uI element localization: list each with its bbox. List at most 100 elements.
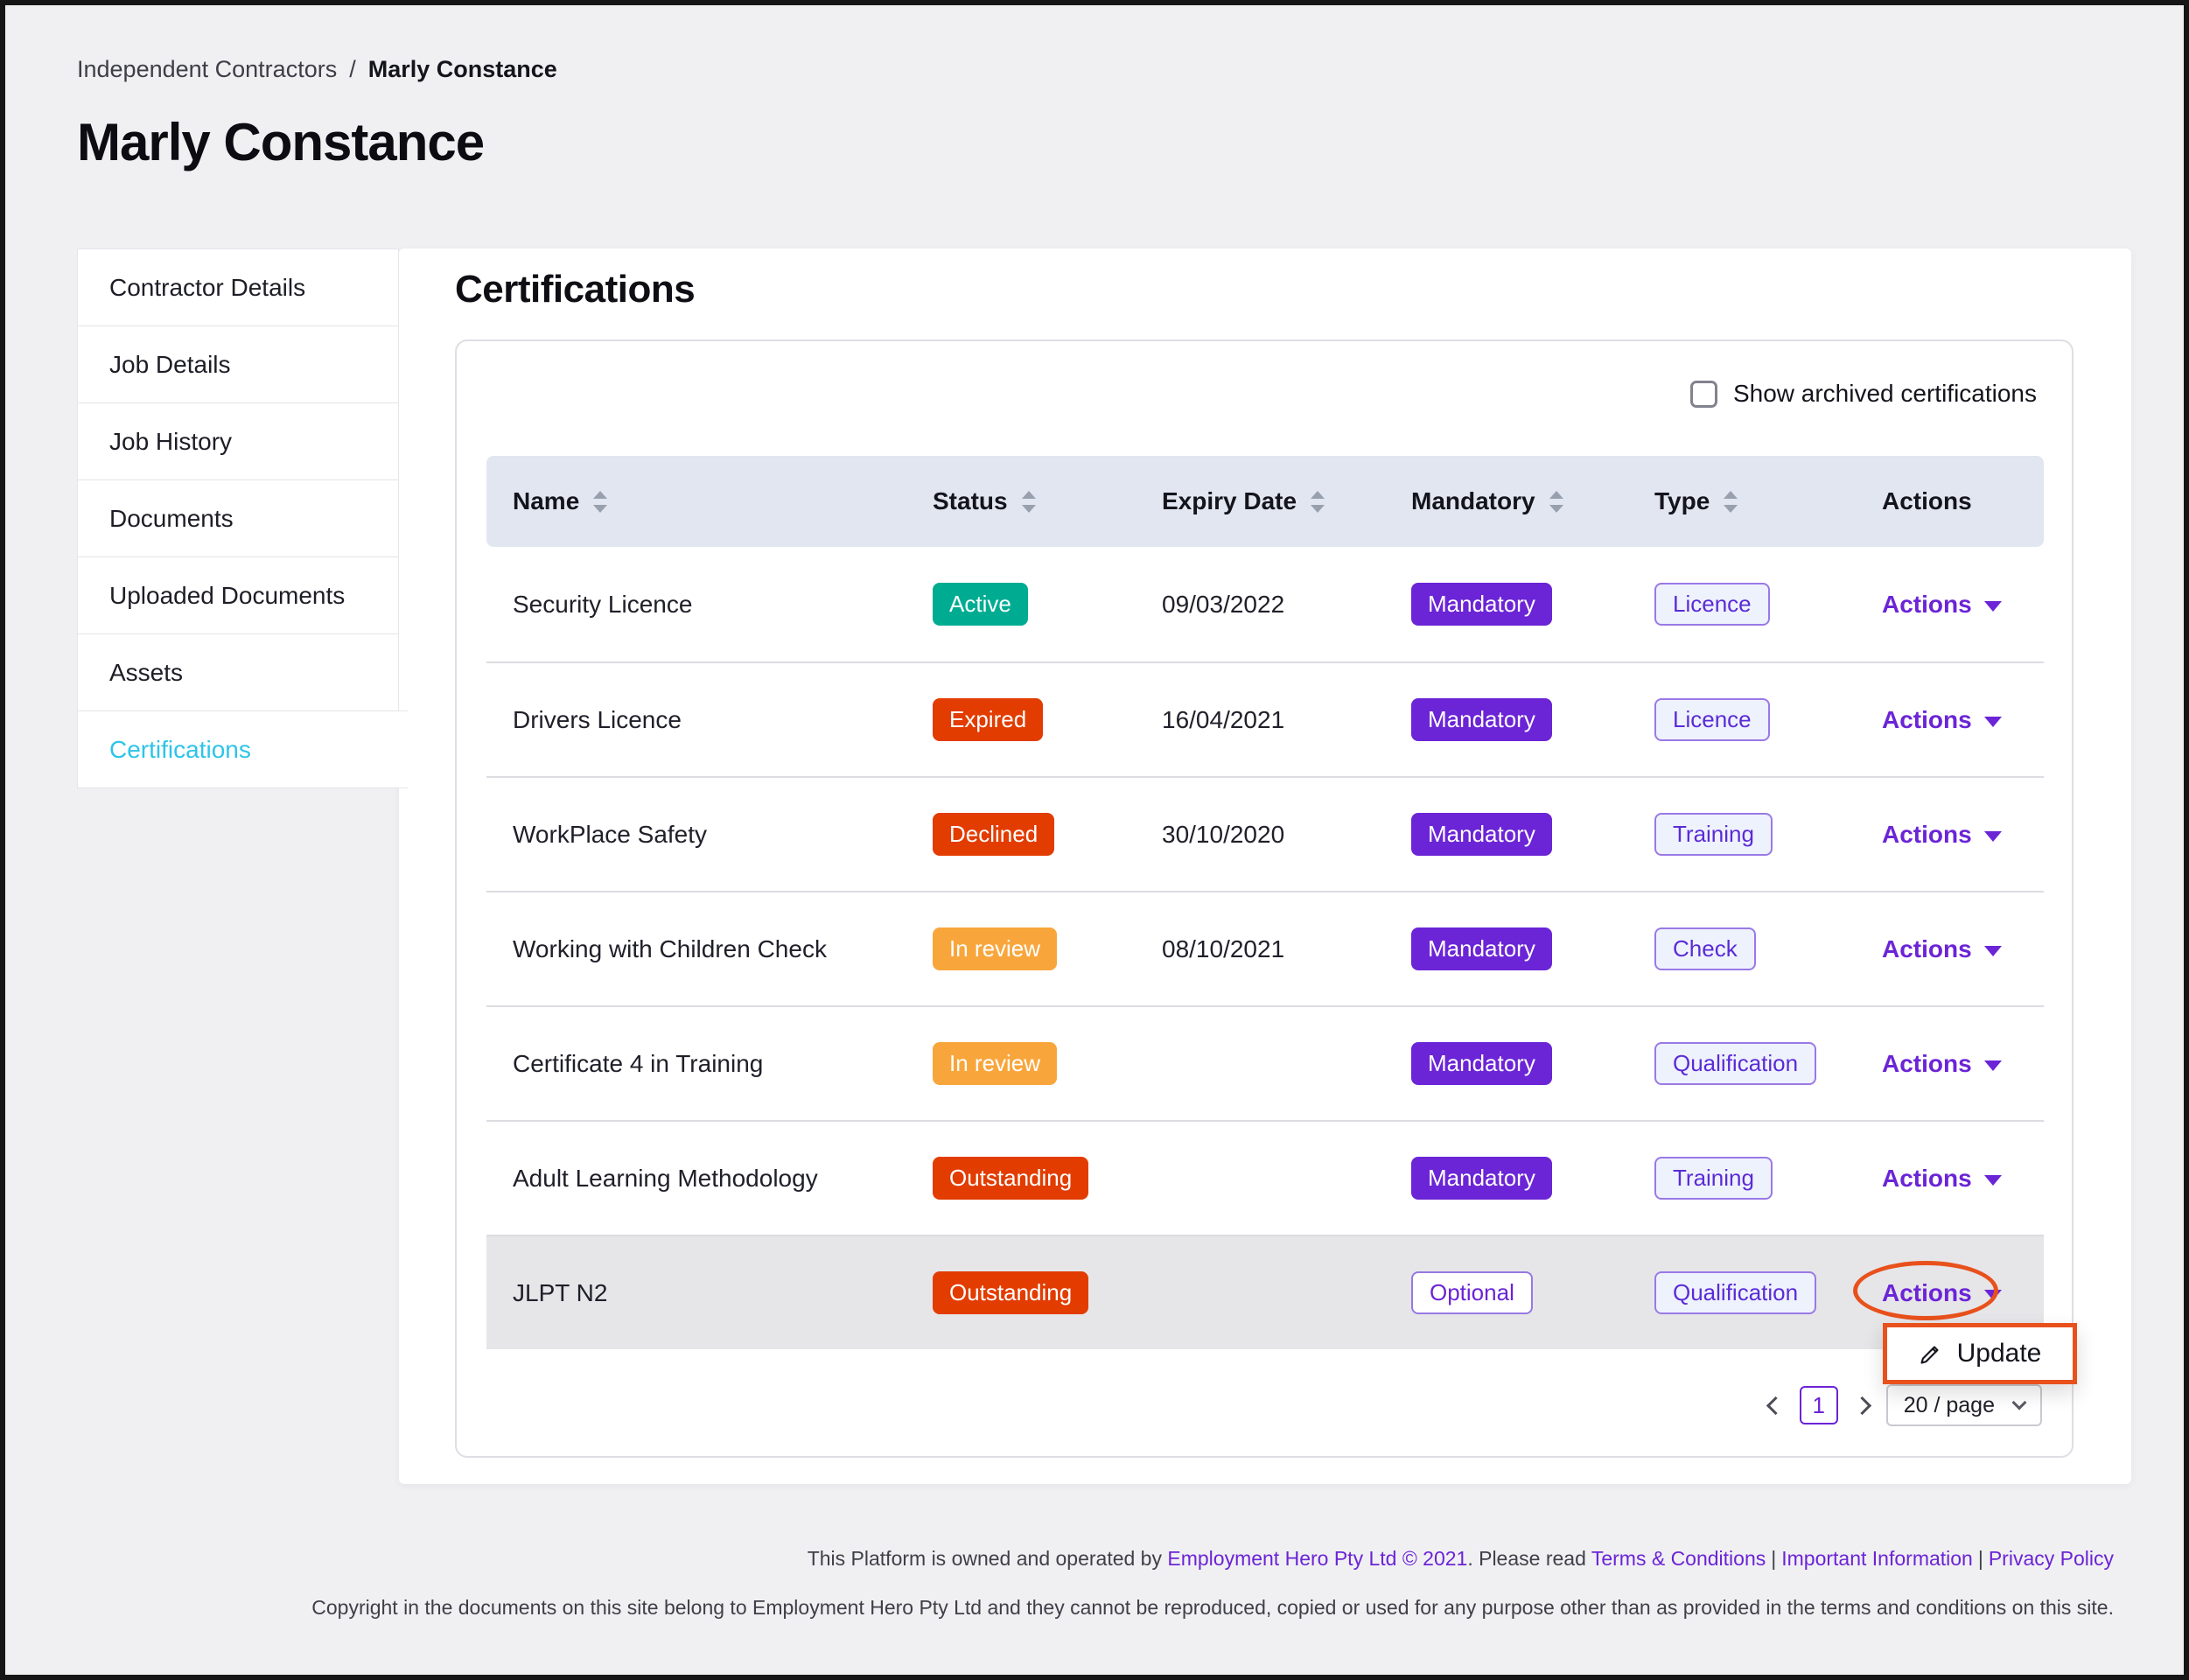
cert-name: Drivers Licence — [486, 706, 906, 734]
certifications-card: Show archived certifications Name Status… — [455, 340, 2074, 1458]
privacy-policy-link[interactable]: Privacy Policy — [1989, 1547, 2114, 1570]
column-header-actions: Actions — [1856, 487, 2044, 515]
type-badge: Qualification — [1654, 1271, 1816, 1314]
pagination: 1 20 / page — [1769, 1384, 2042, 1426]
actions-dropdown[interactable]: Actions — [1882, 1165, 2044, 1193]
expiry-date: 08/10/2021 — [1136, 935, 1385, 963]
cert-name: JLPT N2 — [486, 1279, 906, 1307]
actions-dropdown[interactable]: Actions — [1882, 1050, 2044, 1078]
page-number-button[interactable]: 1 — [1800, 1386, 1838, 1424]
table-row: Adult Learning Methodology Outstanding M… — [486, 1120, 2044, 1235]
sidebar-item-documents[interactable]: Documents — [77, 480, 399, 557]
type-badge: Qualification — [1654, 1042, 1816, 1085]
show-archived-label: Show archived certifications — [1733, 380, 2037, 408]
actions-dropdown[interactable]: Actions — [1882, 935, 2044, 963]
update-menu-item[interactable]: Update — [1883, 1323, 2077, 1384]
sort-arrows-icon — [591, 489, 609, 514]
sidebar-item-job-history[interactable]: Job History — [77, 402, 399, 480]
type-badge: Licence — [1654, 698, 1770, 741]
type-badge: Training — [1654, 1157, 1773, 1200]
column-label: Mandatory — [1411, 487, 1535, 515]
type-badge: Licence — [1654, 583, 1770, 626]
terms-link[interactable]: Terms & Conditions — [1591, 1547, 1766, 1570]
column-header-mandatory[interactable]: Mandatory — [1385, 487, 1628, 515]
breadcrumb-current: Marly Constance — [368, 56, 557, 83]
status-badge: Active — [933, 583, 1028, 626]
sidebar-item-contractor-details[interactable]: Contractor Details — [77, 248, 399, 326]
actions-dropdown[interactable]: Actions — [1882, 821, 2044, 849]
footer-text: . Please read — [1467, 1547, 1591, 1570]
column-label: Actions — [1882, 487, 1972, 515]
column-label: Name — [513, 487, 579, 515]
sidebar-item-assets[interactable]: Assets — [77, 634, 399, 711]
breadcrumb-parent-link[interactable]: Independent Contractors — [77, 56, 337, 83]
column-label: Status — [933, 487, 1008, 515]
caret-down-icon — [1984, 601, 2002, 612]
column-header-status[interactable]: Status — [906, 487, 1136, 515]
expiry-date: 30/10/2020 — [1136, 821, 1385, 849]
mandatory-badge: Mandatory — [1411, 1042, 1552, 1085]
column-header-expiry-date[interactable]: Expiry Date — [1136, 487, 1385, 515]
column-header-name[interactable]: Name — [486, 487, 906, 515]
status-badge: Outstanding — [933, 1157, 1088, 1200]
type-badge: Check — [1654, 928, 1756, 970]
panel-heading: Certifications — [455, 268, 695, 312]
table-row: Certificate 4 in Training In review Mand… — [486, 1005, 2044, 1120]
sidebar-item-certifications[interactable]: Certifications — [77, 710, 408, 788]
caret-down-icon — [1984, 946, 2002, 956]
employment-hero-link[interactable]: Employment Hero Pty Ltd © 2021 — [1167, 1547, 1467, 1570]
actions-label: Actions — [1882, 1050, 1972, 1078]
footer: This Platform is owned and operated by E… — [5, 1547, 2114, 1620]
cert-name: Adult Learning Methodology — [486, 1165, 906, 1193]
table-row: WorkPlace Safety Declined 30/10/2020 Man… — [486, 776, 2044, 891]
mandatory-badge: Mandatory — [1411, 1157, 1552, 1200]
expiry-date: 09/03/2022 — [1136, 591, 1385, 619]
footer-text: This Platform is owned and operated by — [808, 1547, 1168, 1570]
actions-label: Actions — [1882, 1279, 1972, 1307]
footer-line-2: Copyright in the documents on this site … — [5, 1596, 2114, 1620]
type-badge: Training — [1654, 813, 1773, 856]
chevron-left-icon[interactable] — [1766, 1396, 1785, 1414]
table-row-selected: JLPT N2 Outstanding Optional Qualificati… — [486, 1235, 2044, 1349]
footer-separator: | — [1771, 1547, 1776, 1570]
actions-label: Actions — [1882, 821, 1972, 849]
table-header-row: Name Status Expiry Date Mandatory — [486, 456, 2044, 547]
column-label: Type — [1654, 487, 1710, 515]
expiry-date: 16/04/2021 — [1136, 706, 1385, 734]
caret-down-icon — [1984, 1290, 2002, 1300]
show-archived-control: Show archived certifications — [1690, 380, 2037, 408]
chevron-right-icon[interactable] — [1853, 1396, 1871, 1414]
mandatory-badge: Mandatory — [1411, 698, 1552, 741]
actions-dropdown[interactable]: Actions — [1882, 591, 2044, 619]
actions-dropdown[interactable]: Actions — [1882, 706, 2044, 734]
sort-arrows-icon — [1548, 489, 1565, 514]
actions-label: Actions — [1882, 591, 1972, 619]
column-label: Expiry Date — [1162, 487, 1297, 515]
update-menu-label: Update — [1957, 1339, 2042, 1368]
mandatory-badge: Mandatory — [1411, 928, 1552, 970]
table-row: Drivers Licence Expired 16/04/2021 Manda… — [486, 662, 2044, 776]
status-badge: Expired — [933, 698, 1043, 741]
caret-down-icon — [1984, 1175, 2002, 1186]
page-size-value: 20 / page — [1904, 1393, 1995, 1418]
status-badge: In review — [933, 928, 1057, 970]
caret-down-icon — [1984, 1060, 2002, 1071]
column-header-type[interactable]: Type — [1628, 487, 1856, 515]
footer-line-1: This Platform is owned and operated by E… — [5, 1547, 2114, 1571]
caret-down-icon — [1984, 831, 2002, 842]
sidebar-item-uploaded-documents[interactable]: Uploaded Documents — [77, 556, 399, 634]
sidebar-item-job-details[interactable]: Job Details — [77, 326, 399, 403]
cert-name: Working with Children Check — [486, 935, 906, 963]
caret-down-icon — [1984, 717, 2002, 727]
show-archived-checkbox[interactable] — [1690, 381, 1717, 408]
actions-dropdown-open[interactable]: Actions — [1882, 1279, 2044, 1307]
sort-arrows-icon — [1722, 489, 1739, 514]
pencil-icon — [1919, 1341, 1943, 1366]
important-information-link[interactable]: Important Information — [1781, 1547, 1973, 1570]
sort-arrows-icon — [1309, 489, 1326, 514]
page-size-select[interactable]: 20 / page — [1886, 1384, 2042, 1426]
status-badge: In review — [933, 1042, 1057, 1085]
certifications-panel: Certifications Show archived certificati… — [399, 248, 2131, 1484]
page-title: Marly Constance — [77, 112, 484, 172]
sort-arrows-icon — [1020, 489, 1038, 514]
